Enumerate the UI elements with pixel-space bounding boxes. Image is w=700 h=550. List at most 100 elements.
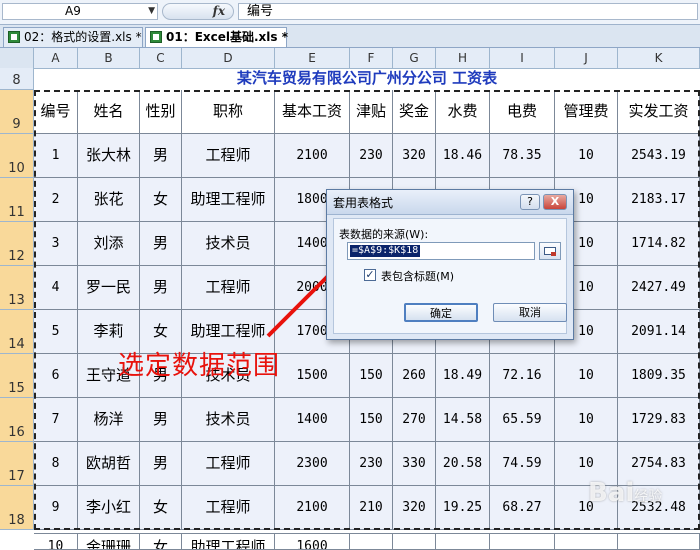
tab-workbook-01[interactable]: 01：Excel基础.xls * (145, 27, 288, 47)
table-cell[interactable] (490, 534, 555, 550)
table-cell[interactable]: 助理工程师 (182, 534, 275, 550)
table-cell[interactable]: 4 (34, 266, 78, 310)
table-cell[interactable]: 10 (555, 134, 618, 178)
table-cell[interactable] (393, 534, 436, 550)
table-cell[interactable]: 李小红 (78, 486, 140, 530)
table-cell[interactable]: 2091.14 (618, 310, 700, 354)
table-header-cell[interactable]: 电费 (490, 90, 555, 134)
table-header-cell[interactable]: 编号 (34, 90, 78, 134)
cancel-button[interactable]: 取消 (493, 303, 567, 322)
table-header-cell[interactable]: 奖金 (393, 90, 436, 134)
chevron-down-icon[interactable]: ▼ (148, 4, 155, 19)
column-header-g[interactable]: G (393, 48, 436, 68)
table-cell[interactable]: 68.27 (490, 486, 555, 530)
table-cell[interactable]: 男 (140, 398, 182, 442)
table-cell[interactable]: 9 (34, 486, 78, 530)
table-cell[interactable]: 2300 (275, 442, 350, 486)
row-header-12[interactable]: 12 (0, 222, 34, 266)
column-header-a[interactable]: A (34, 48, 78, 68)
name-box[interactable]: A9 ▼ (2, 3, 158, 20)
table-cell[interactable]: 5 (34, 310, 78, 354)
table-cell[interactable]: 2 (34, 178, 78, 222)
table-cell[interactable]: 技术员 (182, 222, 275, 266)
table-cell[interactable] (618, 534, 700, 550)
table-header-cell[interactable]: 津贴 (350, 90, 393, 134)
table-cell[interactable]: 女 (140, 486, 182, 530)
table-cell[interactable]: 20.58 (436, 442, 490, 486)
table-cell[interactable]: 刘添 (78, 222, 140, 266)
table-cell[interactable]: 10 (555, 398, 618, 442)
table-cell[interactable]: 210 (350, 486, 393, 530)
table-cell[interactable]: 2427.49 (618, 266, 700, 310)
table-cell[interactable]: 张大林 (78, 134, 140, 178)
table-cell[interactable]: 1 (34, 134, 78, 178)
table-cell[interactable]: 2100 (275, 486, 350, 530)
table-cell[interactable]: 3 (34, 222, 78, 266)
table-cell[interactable]: 工程师 (182, 486, 275, 530)
table-header-cell[interactable]: 基本工资 (275, 90, 350, 134)
table-cell[interactable]: 杨洋 (78, 398, 140, 442)
column-header-j[interactable]: J (555, 48, 618, 68)
column-header-i[interactable]: I (490, 48, 555, 68)
dialog-title-bar[interactable]: 套用表格式 ? X (327, 190, 573, 215)
table-cell[interactable]: 1729.83 (618, 398, 700, 442)
table-cell[interactable]: 330 (393, 442, 436, 486)
table-cell[interactable]: 7 (34, 398, 78, 442)
table-header-cell[interactable]: 水费 (436, 90, 490, 134)
sheet-title[interactable]: 某汽车贸易有限公司广州分公司 工资表 (34, 68, 700, 88)
table-cell[interactable]: 技术员 (182, 398, 275, 442)
column-header-e[interactable]: E (275, 48, 350, 68)
table-cell[interactable]: 2543.19 (618, 134, 700, 178)
table-cell[interactable]: 男 (140, 222, 182, 266)
row-header-14[interactable]: 14 (0, 310, 34, 354)
table-cell[interactable]: 6 (34, 354, 78, 398)
collapse-dialog-icon[interactable] (539, 242, 561, 260)
table-cell[interactable]: 工程师 (182, 134, 275, 178)
table-cell[interactable]: 14.58 (436, 398, 490, 442)
table-cell[interactable]: 男 (140, 442, 182, 486)
table-cell[interactable]: 张花 (78, 178, 140, 222)
table-cell[interactable]: 320 (393, 134, 436, 178)
ok-button[interactable]: 确定 (404, 303, 478, 322)
row-header-8[interactable]: 8 (0, 68, 34, 90)
table-cell[interactable]: 78.35 (490, 134, 555, 178)
table-cell[interactable]: 女 (140, 178, 182, 222)
table-cell[interactable]: 工程师 (182, 266, 275, 310)
table-cell[interactable]: 230 (350, 134, 393, 178)
row-header-15[interactable]: 15 (0, 354, 34, 398)
insert-function-button[interactable]: fx (162, 3, 234, 20)
column-header-d[interactable]: D (182, 48, 275, 68)
table-cell[interactable]: 1714.82 (618, 222, 700, 266)
table-cell[interactable]: 260 (393, 354, 436, 398)
table-cell[interactable]: 65.59 (490, 398, 555, 442)
table-header-cell[interactable]: 实发工资 (618, 90, 700, 134)
table-cell[interactable]: 1600 (275, 534, 350, 550)
table-cell[interactable]: 1809.35 (618, 354, 700, 398)
table-cell[interactable]: 男 (140, 266, 182, 310)
column-header-c[interactable]: C (140, 48, 182, 68)
table-cell[interactable]: 10 (555, 354, 618, 398)
select-all-corner[interactable] (0, 48, 34, 68)
row-header-17[interactable]: 17 (0, 442, 34, 486)
row-header-16[interactable]: 16 (0, 398, 34, 442)
table-cell[interactable]: 2100 (275, 134, 350, 178)
column-header-f[interactable]: F (350, 48, 393, 68)
table-cell[interactable]: 1400 (275, 398, 350, 442)
table-cell[interactable]: 欧胡哲 (78, 442, 140, 486)
table-cell[interactable]: 230 (350, 442, 393, 486)
table-cell[interactable]: 320 (393, 486, 436, 530)
table-cell[interactable] (436, 534, 490, 550)
table-cell[interactable]: 10 (34, 534, 78, 550)
table-cell[interactable]: 工程师 (182, 442, 275, 486)
table-cell[interactable]: 2183.17 (618, 178, 700, 222)
table-cell[interactable]: 8 (34, 442, 78, 486)
table-cell[interactable] (350, 534, 393, 550)
table-cell[interactable]: 270 (393, 398, 436, 442)
column-header-h[interactable]: H (436, 48, 490, 68)
table-cell[interactable]: 女 (140, 534, 182, 550)
table-cell[interactable]: 72.16 (490, 354, 555, 398)
row-header-11[interactable]: 11 (0, 178, 34, 222)
help-button[interactable]: ? (520, 194, 540, 210)
table-cell[interactable]: 助理工程师 (182, 178, 275, 222)
has-headers-label[interactable]: 表包含标题(M) (381, 268, 454, 284)
